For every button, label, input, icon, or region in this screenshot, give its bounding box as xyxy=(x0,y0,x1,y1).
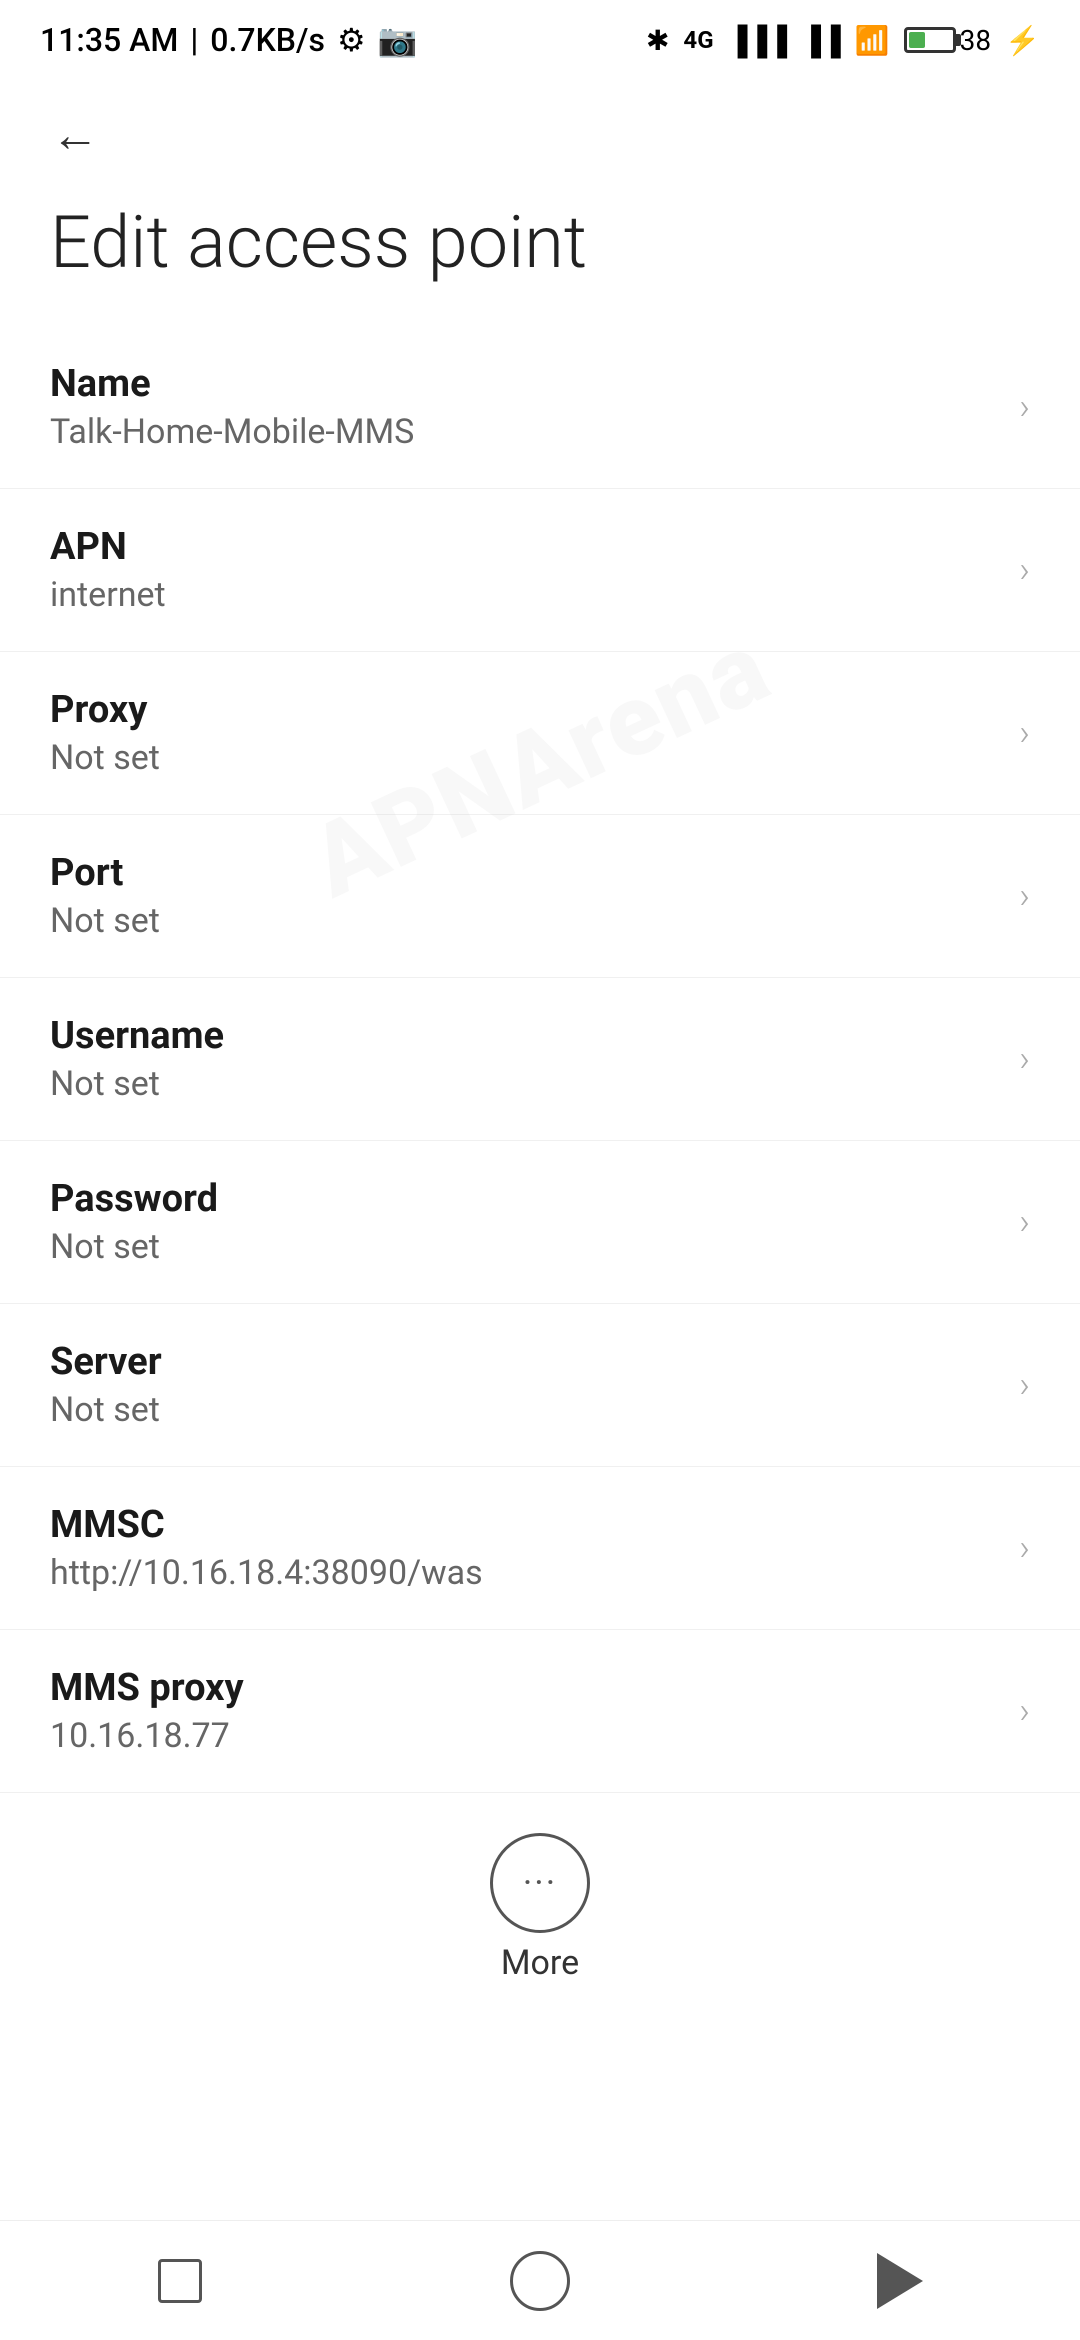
signal-bars2-icon: ▐▐ xyxy=(801,24,841,57)
settings-value-port: Not set xyxy=(50,901,999,941)
settings-content-proxy: Proxy Not set xyxy=(50,688,999,778)
battery-container: 38 xyxy=(904,24,991,57)
settings-content-password: Password Not set xyxy=(50,1177,999,1267)
settings-value-proxy: Not set xyxy=(50,738,999,778)
battery-icon xyxy=(904,27,956,53)
time-display: 11:35 AM xyxy=(40,21,178,59)
recents-icon xyxy=(158,2259,202,2303)
more-button[interactable]: ··· xyxy=(490,1833,590,1933)
back-icon xyxy=(877,2253,923,2309)
chevron-icon-port: › xyxy=(1019,875,1030,917)
camera-icon: 📷 xyxy=(378,21,418,59)
settings-label-username: Username xyxy=(50,1014,999,1058)
settings-content-apn: APN internet xyxy=(50,525,999,615)
navigation-bar xyxy=(0,2220,1080,2340)
settings-content-mms-proxy: MMS proxy 10.16.18.77 xyxy=(50,1666,999,1756)
settings-list: NameTalk-Home-Mobile-MMS›APNinternet›Pro… xyxy=(0,326,1080,1793)
settings-item-name[interactable]: Name Talk-Home-Mobile-MMS › xyxy=(0,326,1080,489)
settings-icon: ⚙ xyxy=(337,21,366,59)
home-icon xyxy=(510,2251,570,2311)
status-right: ✱ 4G ▐▐▐ ▐▐ 📶 38 ⚡ xyxy=(646,24,1040,57)
settings-value-apn: internet xyxy=(50,575,999,615)
settings-label-password: Password xyxy=(50,1177,999,1221)
chevron-icon-proxy: › xyxy=(1019,712,1030,754)
settings-label-name: Name xyxy=(50,362,999,406)
chevron-icon-apn: › xyxy=(1019,549,1030,591)
settings-content-server: Server Not set xyxy=(50,1340,999,1430)
more-area: ··· More xyxy=(0,1793,1080,2013)
settings-value-server: Not set xyxy=(50,1390,999,1430)
settings-label-mms-proxy: MMS proxy xyxy=(50,1666,999,1710)
speed-display: 0.7KB/s xyxy=(210,21,325,59)
settings-label-port: Port xyxy=(50,851,999,895)
chevron-icon-name: › xyxy=(1019,386,1030,428)
settings-value-name: Talk-Home-Mobile-MMS xyxy=(50,412,999,452)
chevron-icon-username: › xyxy=(1019,1038,1030,1080)
nav-back-button[interactable] xyxy=(840,2241,960,2321)
settings-value-password: Not set xyxy=(50,1227,999,1267)
battery-fill xyxy=(909,32,925,48)
settings-item-username[interactable]: Username Not set › xyxy=(0,978,1080,1141)
settings-content-name: Name Talk-Home-Mobile-MMS xyxy=(50,362,999,452)
settings-item-port[interactable]: Port Not set › xyxy=(0,815,1080,978)
chevron-icon-password: › xyxy=(1019,1201,1030,1243)
nav-home-button[interactable] xyxy=(480,2241,600,2321)
chevron-icon-server: › xyxy=(1019,1364,1030,1406)
toolbar: ← xyxy=(0,80,1080,180)
wifi-icon: 📶 xyxy=(855,24,890,57)
settings-value-username: Not set xyxy=(50,1064,999,1104)
page-title: Edit access point xyxy=(50,200,1030,286)
settings-content-port: Port Not set xyxy=(50,851,999,941)
settings-label-apn: APN xyxy=(50,525,999,569)
page-title-area: Edit access point xyxy=(0,180,1080,326)
more-dots-icon: ··· xyxy=(523,1865,557,1901)
more-label: More xyxy=(501,1943,579,1983)
back-arrow-icon: ← xyxy=(51,111,99,159)
separator: | xyxy=(190,21,198,59)
settings-content-username: Username Not set xyxy=(50,1014,999,1104)
signal-bars-icon: ▐▐▐ xyxy=(728,24,788,57)
settings-label-proxy: Proxy xyxy=(50,688,999,732)
signal-4g-icon: 4G xyxy=(683,26,713,54)
settings-item-mms-proxy[interactable]: MMS proxy 10.16.18.77 › xyxy=(0,1630,1080,1793)
settings-value-mms-proxy: 10.16.18.77 xyxy=(50,1716,999,1756)
settings-label-server: Server xyxy=(50,1340,999,1384)
charging-icon: ⚡ xyxy=(1005,24,1040,57)
chevron-icon-mms-proxy: › xyxy=(1019,1690,1030,1732)
settings-item-proxy[interactable]: Proxy Not set › xyxy=(0,652,1080,815)
chevron-icon-mmsc: › xyxy=(1019,1527,1030,1569)
back-button[interactable]: ← xyxy=(40,100,110,170)
nav-recents-button[interactable] xyxy=(120,2241,240,2321)
status-bar: 11:35 AM | 0.7KB/s ⚙ 📷 ✱ 4G ▐▐▐ ▐▐ 📶 38 … xyxy=(0,0,1080,80)
settings-item-apn[interactable]: APN internet › xyxy=(0,489,1080,652)
settings-item-password[interactable]: Password Not set › xyxy=(0,1141,1080,1304)
settings-value-mmsc: http://10.16.18.4:38090/was xyxy=(50,1553,999,1593)
status-left: 11:35 AM | 0.7KB/s ⚙ 📷 xyxy=(40,21,417,59)
bluetooth-icon: ✱ xyxy=(646,24,669,57)
settings-content-mmsc: MMSC http://10.16.18.4:38090/was xyxy=(50,1503,999,1593)
settings-label-mmsc: MMSC xyxy=(50,1503,999,1547)
settings-item-mmsc[interactable]: MMSC http://10.16.18.4:38090/was › xyxy=(0,1467,1080,1630)
battery-percent: 38 xyxy=(960,24,991,57)
settings-item-server[interactable]: Server Not set › xyxy=(0,1304,1080,1467)
